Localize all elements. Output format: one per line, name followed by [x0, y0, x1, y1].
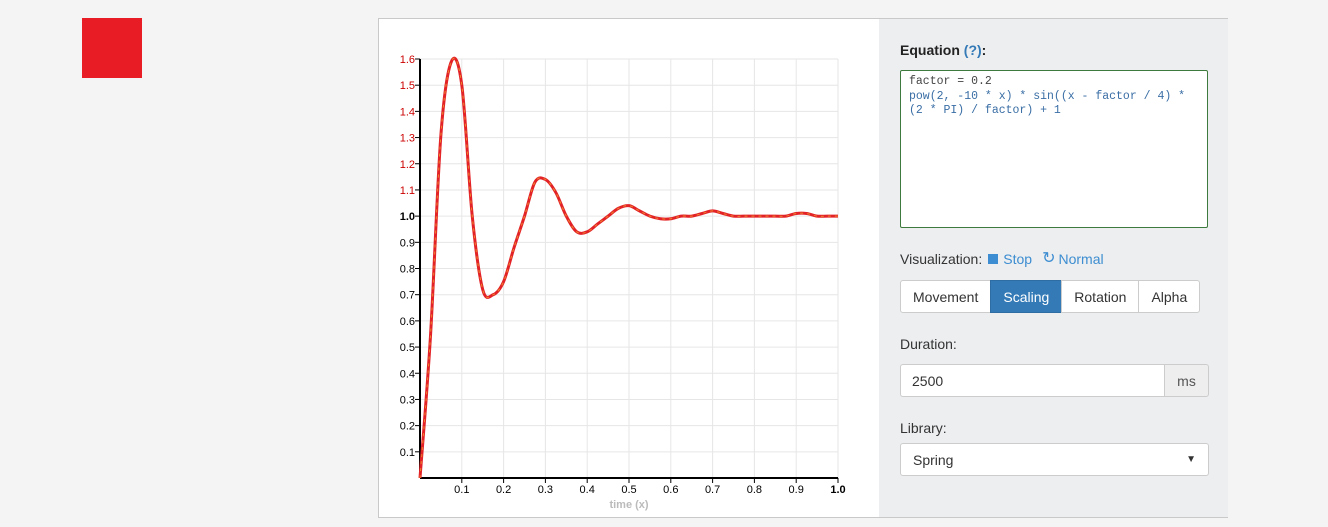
controls-panel: Equation (?): factor = 0.2 pow(2, -10 * x…: [879, 19, 1228, 517]
duration-input[interactable]: 2500: [900, 364, 1164, 397]
x-tick-label: 1.0: [830, 484, 845, 496]
stop-link[interactable]: Stop: [982, 251, 1032, 267]
visualization-row: Visualization: Stop ↻ Normal: [900, 250, 1104, 268]
y-tick-label: 1.3: [400, 133, 415, 145]
equation-label: Equation (?):: [900, 42, 987, 58]
movement-button[interactable]: Movement: [900, 280, 992, 313]
x-tick-label: 0.4: [580, 484, 595, 496]
x-tick-label: 0.2: [496, 484, 511, 496]
y-tick-label: 0.5: [400, 342, 415, 354]
y-tick-label: 1.6: [400, 54, 415, 66]
library-label: Library:: [900, 420, 947, 436]
chevron-down-icon: ▼: [1186, 454, 1196, 465]
y-tick-label: 0.2: [400, 421, 415, 433]
equation-line-factor: factor = 0.2: [909, 75, 992, 88]
easing-chart-svg: 0.1 0.2 0.3 0.4 0.5 0.6 0.7 0.8 0.9 1.0 0.1 0.2 0.3 0…: [400, 54, 846, 511]
alpha-button[interactable]: Alpha: [1138, 280, 1201, 313]
normal-link[interactable]: ↻ Normal: [1032, 250, 1104, 268]
equation-editor[interactable]: factor = 0.2 pow(2, -10 * x) * sin((x - f…: [900, 70, 1208, 228]
equation-line-formula: pow(2, -10 * x) * sin((x - factor / 4) *…: [909, 89, 1192, 118]
easing-panel: 0.1 0.2 0.3 0.4 0.5 0.6 0.7 0.8 0.9 1.0 0.1 0.2 0.3 0…: [378, 18, 1228, 518]
y-tick-label: 1.4: [400, 106, 415, 118]
visualization-mode-group: Movement Scaling Rotation Alpha: [900, 280, 1201, 313]
y-tick-label: 0.3: [400, 394, 415, 406]
animated-demo-square: [82, 18, 142, 78]
y-tick-label: 1.0: [400, 211, 415, 223]
y-tick-label: 0.1: [400, 447, 415, 459]
stop-square-icon: [988, 254, 999, 264]
rotation-button[interactable]: Rotation: [1061, 280, 1140, 313]
x-tick-label: 0.1: [454, 484, 469, 496]
x-tick-label: 0.3: [538, 484, 553, 496]
visualization-label: Visualization:: [900, 251, 983, 267]
equation-help-link[interactable]: (?): [964, 42, 982, 58]
scaling-button[interactable]: Scaling: [990, 280, 1063, 313]
duration-label: Duration:: [900, 336, 957, 352]
x-tick-label: 0.5: [621, 484, 636, 496]
x-tick-label: 0.8: [747, 484, 762, 496]
y-tick-label: 1.2: [400, 159, 415, 171]
reload-icon: ↻: [1042, 250, 1056, 267]
y-tick-label: 0.7: [400, 290, 415, 302]
y-tick-label: 1.5: [400, 80, 415, 92]
duration-unit: ms: [1164, 364, 1209, 397]
library-selected-value: Spring: [913, 451, 954, 468]
easing-chart: 0.1 0.2 0.3 0.4 0.5 0.6 0.7 0.8 0.9 1.0 0.1 0.2 0.3 0…: [379, 19, 879, 517]
y-tick-label: 0.8: [400, 264, 415, 276]
y-tick-label: 0.6: [400, 316, 415, 328]
y-tick-label: 0.4: [400, 368, 415, 380]
y-tick-label: 1.1: [400, 185, 415, 197]
x-tick-label: 0.7: [705, 484, 720, 496]
x-axis-title: time (x): [609, 499, 648, 511]
y-tick-label: 0.9: [400, 237, 415, 249]
duration-group: 2500 ms: [900, 364, 1209, 397]
x-tick-label: 0.6: [663, 484, 678, 496]
x-tick-label: 0.9: [789, 484, 804, 496]
library-select[interactable]: Spring ▼: [900, 443, 1209, 476]
